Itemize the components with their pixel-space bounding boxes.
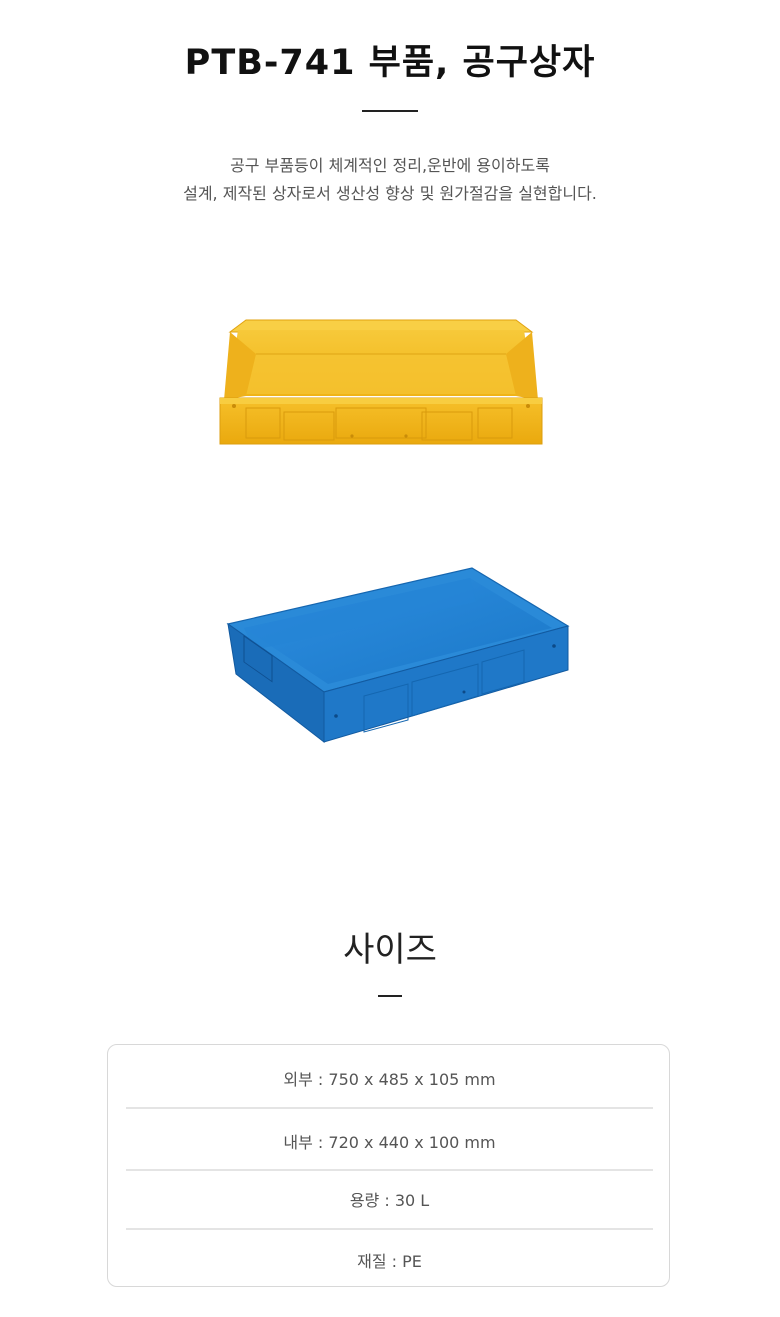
spec-divider xyxy=(126,1228,653,1230)
spec-divider xyxy=(126,1107,653,1109)
spec-inner-size: 내부 : 720 x 440 x 100 mm xyxy=(283,1133,496,1152)
page-title: PTB-741 부품, 공구상자 xyxy=(184,43,596,83)
description-line-2: 설계, 제작된 상자로서 생산성 향상 및 원가절감을 실현합니다. xyxy=(183,184,597,203)
spec-table: 외부 : 750 x 485 x 105 mm 내부 : 720 x 440 x… xyxy=(107,1044,670,1287)
title-divider xyxy=(362,110,418,112)
description-line-1: 공구 부품등이 체계적인 정리,운반에 용이하도록 xyxy=(230,156,550,175)
spec-divider xyxy=(126,1169,653,1171)
product-description: 공구 부품등이 체계적인 정리,운반에 용이하도록 설계, 제작된 상자로서 생… xyxy=(0,152,780,208)
spec-capacity: 용량 : 30 L xyxy=(349,1191,430,1210)
spec-outer-size: 외부 : 750 x 485 x 105 mm xyxy=(283,1070,496,1089)
blue-tray-image xyxy=(226,567,570,744)
spec-material: 재질 : PE xyxy=(357,1252,422,1271)
yellow-tray-image xyxy=(219,319,543,445)
size-divider xyxy=(378,995,402,997)
size-section-heading: 사이즈 xyxy=(343,930,437,970)
